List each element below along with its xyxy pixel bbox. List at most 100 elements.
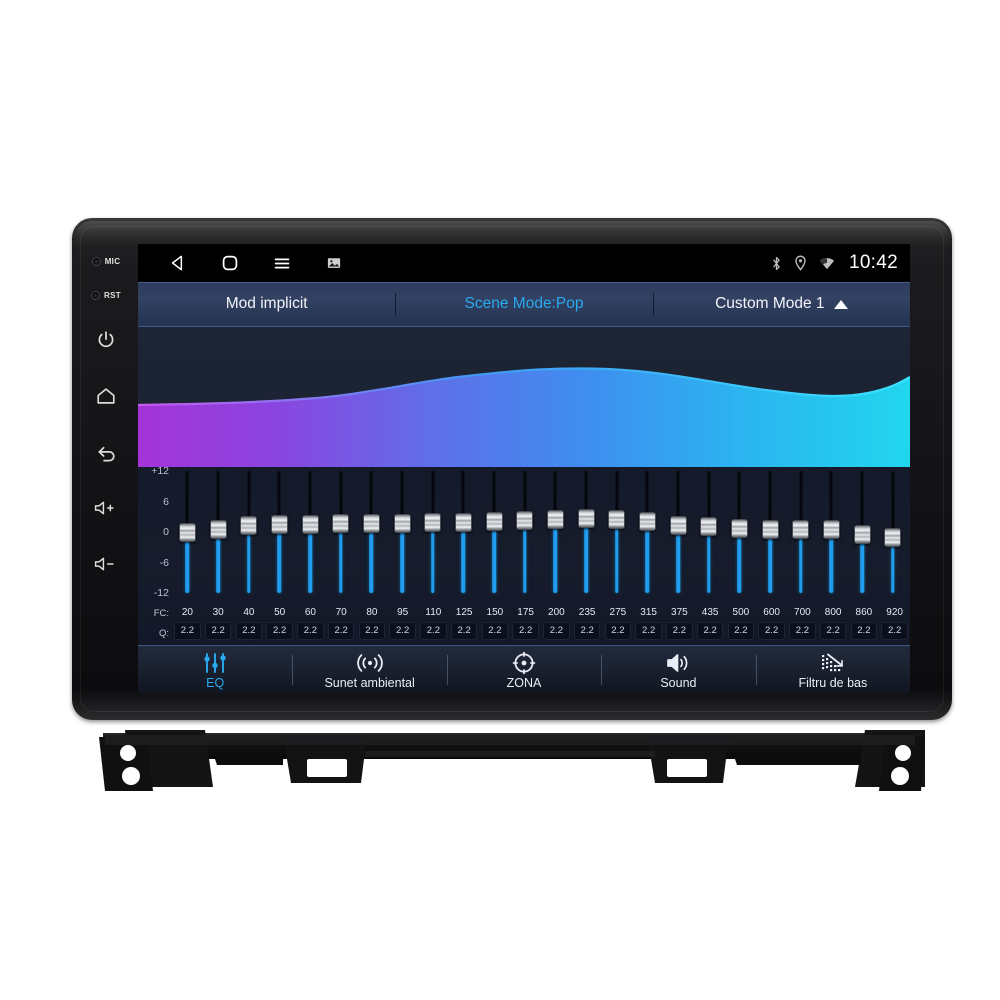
slider-thumb[interactable] <box>209 519 227 539</box>
slider-track-area[interactable] <box>847 471 878 593</box>
slider-track-area[interactable] <box>172 471 203 593</box>
slider-track-area[interactable] <box>479 471 510 593</box>
q-value[interactable]: 2.2 <box>696 622 724 640</box>
slider-thumb[interactable] <box>546 510 564 530</box>
slider-thumb[interactable] <box>332 514 350 534</box>
nav-eq[interactable]: EQ <box>138 646 292 694</box>
slider-thumb[interactable] <box>393 513 411 533</box>
slider-thumb[interactable] <box>638 512 656 532</box>
back-button[interactable] <box>95 424 118 480</box>
reset-indicator[interactable]: RST <box>91 278 121 312</box>
slider-track-area[interactable] <box>233 471 264 593</box>
fc-q-column[interactable]: 175 2.2 <box>510 603 541 640</box>
fc-q-column[interactable]: 235 2.2 <box>572 603 603 640</box>
slider-track-area[interactable] <box>264 471 295 593</box>
slider-track-area[interactable] <box>601 471 632 593</box>
nav-menu-button[interactable] <box>256 244 308 282</box>
fc-q-column[interactable]: 275 2.2 <box>603 603 634 640</box>
slider-thumb[interactable] <box>362 513 380 533</box>
fc-q-column[interactable]: 40 2.2 <box>234 603 265 640</box>
slider-track-area[interactable] <box>663 471 694 593</box>
nav-back-button[interactable] <box>152 244 204 282</box>
volume-up-button[interactable] <box>93 480 119 536</box>
nav-sound[interactable]: Sound <box>601 646 755 694</box>
slider-thumb[interactable] <box>178 522 196 542</box>
slider-thumb[interactable] <box>761 520 779 540</box>
power-button[interactable] <box>95 312 117 368</box>
slider-thumb[interactable] <box>577 508 595 528</box>
q-value[interactable]: 2.2 <box>727 622 755 640</box>
slider-track-area[interactable] <box>448 471 479 593</box>
slider-track-area[interactable] <box>417 471 448 593</box>
slider-thumb[interactable] <box>608 510 626 530</box>
fc-q-column[interactable]: 125 2.2 <box>449 603 480 640</box>
q-value[interactable]: 2.2 <box>266 622 293 640</box>
audio-section-nav[interactable]: EQ Sunet ambiental ZONA Sound Filtru de bas <box>138 645 910 694</box>
nav-filtru-de-bas[interactable]: Filtru de bas <box>755 646 910 694</box>
slider-thumb[interactable] <box>792 520 810 540</box>
q-value[interactable]: 2.2 <box>204 622 232 640</box>
mode-default-button[interactable]: Mod implicit <box>138 282 395 326</box>
slider-thumb[interactable] <box>454 512 472 532</box>
q-value[interactable]: 2.2 <box>850 622 878 640</box>
q-value[interactable]: 2.2 <box>481 622 509 640</box>
q-value[interactable]: 2.2 <box>543 622 570 640</box>
slider-track-area[interactable] <box>816 471 847 593</box>
nav-screenshot-button[interactable] <box>308 244 360 282</box>
q-value[interactable]: 2.2 <box>635 622 662 640</box>
slider-track-area[interactable] <box>755 471 786 593</box>
slider-thumb[interactable] <box>669 515 687 535</box>
fc-q-column[interactable]: 150 2.2 <box>480 603 511 640</box>
q-value[interactable]: 2.2 <box>297 622 324 640</box>
q-value[interactable]: 2.2 <box>420 622 447 640</box>
slider-thumb[interactable] <box>270 515 288 535</box>
slider-track-area[interactable] <box>295 471 326 593</box>
slider-thumb[interactable] <box>730 518 748 538</box>
fc-q-column[interactable]: 30 2.2 <box>203 603 234 640</box>
slider-track-area[interactable] <box>387 471 418 593</box>
slider-thumb[interactable] <box>822 520 840 540</box>
fc-q-column[interactable]: 200 2.2 <box>541 603 572 640</box>
fc-q-column[interactable]: 95 2.2 <box>387 603 418 640</box>
slider-track-area[interactable] <box>632 471 663 593</box>
slider-thumb[interactable] <box>485 511 503 531</box>
fc-q-column[interactable]: 920 2.2 <box>879 603 910 640</box>
slider-thumb[interactable] <box>516 511 534 531</box>
slider-track-area[interactable] <box>571 471 602 593</box>
slider-track-area[interactable] <box>509 471 540 593</box>
q-value[interactable]: 2.2 <box>573 622 601 640</box>
fc-q-column[interactable]: 70 2.2 <box>326 603 357 640</box>
fc-q-column[interactable]: 500 2.2 <box>726 603 757 640</box>
equalizer-panel[interactable]: +12 6 0 -6 -12 FC: Q: 20 2.2 30 2.2 40 2.2 50 2.2 60… <box>138 465 910 645</box>
q-value[interactable]: 2.2 <box>758 622 785 640</box>
fc-q-column[interactable]: 80 2.2 <box>357 603 388 640</box>
q-value[interactable]: 2.2 <box>512 622 539 640</box>
fc-q-column[interactable]: 20 2.2 <box>172 603 203 640</box>
slider-track-area[interactable] <box>356 471 387 593</box>
slider-thumb[interactable] <box>240 516 258 536</box>
fc-q-column[interactable]: 375 2.2 <box>664 603 695 640</box>
mode-scene-button[interactable]: Scene Mode:Pop <box>395 282 652 326</box>
nav-home-button[interactable] <box>204 244 256 282</box>
fc-q-column[interactable]: 860 2.2 <box>849 603 880 640</box>
q-value[interactable]: 2.2 <box>604 622 632 640</box>
fc-q-column[interactable]: 50 2.2 <box>264 603 295 640</box>
slider-thumb[interactable] <box>884 527 902 547</box>
touchscreen-display[interactable]: 10:42 Mod implicit Scene Mode:Pop Custom… <box>138 244 910 694</box>
q-value[interactable]: 2.2 <box>389 622 416 640</box>
q-value[interactable]: 2.2 <box>666 622 693 640</box>
volume-down-button[interactable] <box>93 536 119 592</box>
slider-track-area[interactable] <box>203 471 234 593</box>
q-value[interactable]: 2.2 <box>881 622 908 640</box>
q-value[interactable]: 2.2 <box>450 622 478 640</box>
mode-custom-button[interactable]: Custom Mode 1 <box>652 282 910 326</box>
slider-track-area[interactable] <box>693 471 724 593</box>
slider-track-area[interactable] <box>325 471 356 593</box>
slider-track-area[interactable] <box>785 471 816 593</box>
fc-q-column[interactable]: 800 2.2 <box>818 603 849 640</box>
home-button[interactable] <box>95 368 117 424</box>
slider-thumb[interactable] <box>700 517 718 537</box>
fc-q-column[interactable]: 315 2.2 <box>633 603 664 640</box>
fc-q-column[interactable]: 700 2.2 <box>787 603 818 640</box>
slider-track-area[interactable] <box>877 471 908 593</box>
